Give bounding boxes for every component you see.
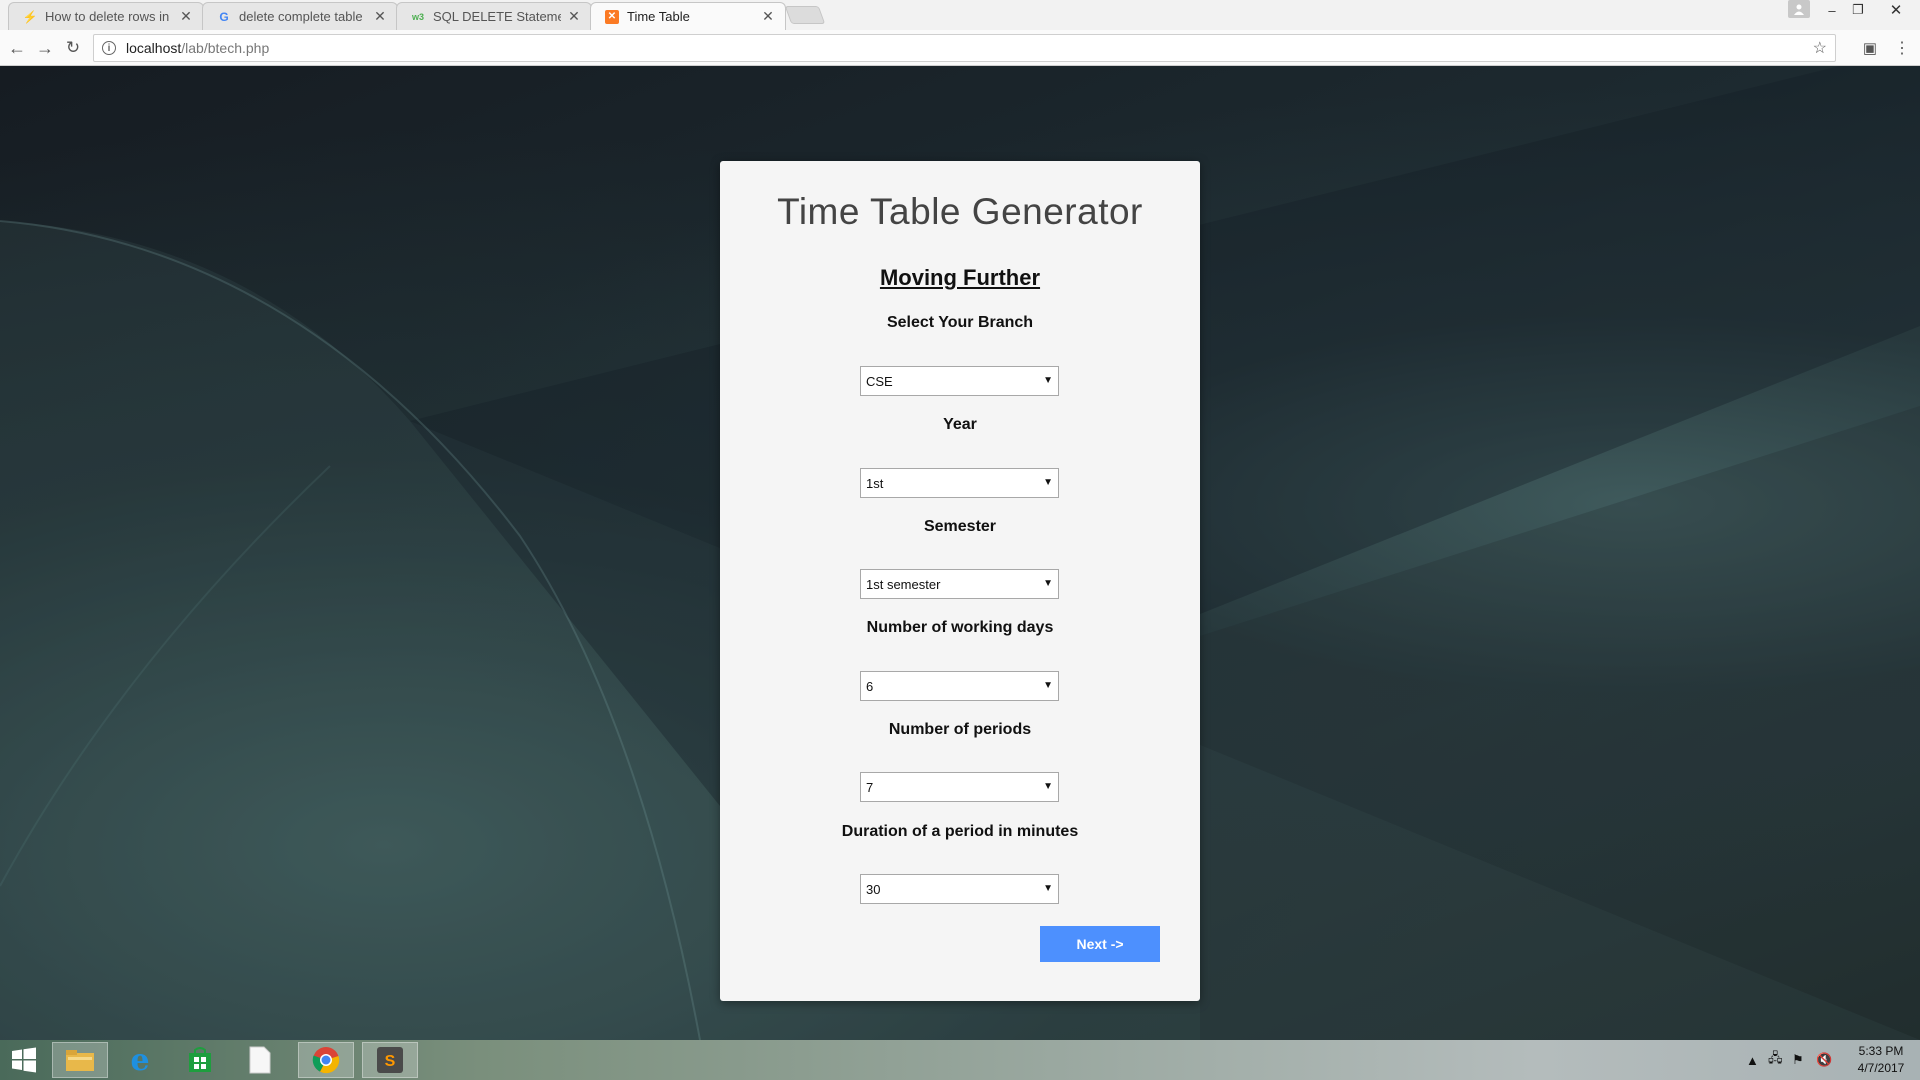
tab-title: delete complete table in bbox=[239, 9, 367, 24]
extension-icon[interactable]: ▣ bbox=[1858, 36, 1882, 60]
branch-select[interactable]: CSE ▼ bbox=[860, 366, 1059, 396]
branch-value: CSE bbox=[866, 373, 893, 389]
duration-select[interactable]: 30 ▼ bbox=[860, 874, 1059, 904]
bookmark-star-icon[interactable]: ☆ bbox=[1813, 38, 1827, 58]
volume-muted-icon[interactable]: 🔇 bbox=[1816, 1040, 1832, 1080]
new-tab-button[interactable] bbox=[784, 6, 826, 24]
page-title: Time Table Generator bbox=[777, 191, 1143, 232]
address-bar[interactable]: i localhost/lab/btech.php ☆ bbox=[93, 34, 1836, 62]
semester-value: 1st semester bbox=[866, 576, 941, 592]
dropdown-arrow-icon: ▼ bbox=[1043, 477, 1053, 488]
notepad-icon[interactable] bbox=[232, 1042, 288, 1078]
close-icon[interactable]: ✕ bbox=[761, 8, 775, 25]
year-label: Year bbox=[943, 416, 977, 433]
dropdown-arrow-icon: ▼ bbox=[1043, 680, 1053, 691]
dropdown-arrow-icon: ▼ bbox=[1043, 578, 1053, 589]
show-hidden-icons[interactable]: ▲ bbox=[1746, 1040, 1759, 1080]
svg-text:S: S bbox=[385, 1053, 396, 1070]
page-viewport: Time Table Generator Moving Further Sele… bbox=[0, 66, 1920, 1040]
dropdown-arrow-icon: ▼ bbox=[1043, 781, 1053, 792]
dropdown-arrow-icon: ▼ bbox=[1043, 375, 1053, 386]
network-icon[interactable]: 🖧 bbox=[1768, 1040, 1783, 1080]
year-select[interactable]: 1st ▼ bbox=[860, 468, 1059, 498]
tab-strip: ⚡ How to delete rows in m ✕ G delete com… bbox=[0, 0, 1920, 30]
periods-value: 7 bbox=[866, 779, 874, 795]
tab-title: SQL DELETE Statement bbox=[433, 9, 561, 24]
tab-stackoverflow[interactable]: ⚡ How to delete rows in m ✕ bbox=[8, 2, 204, 30]
duration-label: Duration of a period in minutes bbox=[841, 823, 1079, 840]
year-value: 1st bbox=[866, 475, 884, 491]
address-url: localhost/lab/btech.php bbox=[126, 40, 269, 56]
info-icon[interactable]: i bbox=[102, 41, 116, 55]
working-days-label: Number of working days bbox=[866, 619, 1054, 636]
tab-google[interactable]: G delete complete table in ✕ bbox=[202, 2, 398, 30]
working-days-value: 6 bbox=[866, 678, 874, 694]
stack-overflow-icon: ⚡ bbox=[22, 9, 38, 24]
duration-value: 30 bbox=[866, 881, 881, 897]
clock-date: 4/7/2017 bbox=[1857, 1061, 1905, 1075]
menu-icon[interactable]: ⋮ bbox=[1890, 36, 1914, 60]
semester-select[interactable]: 1st semester ▼ bbox=[860, 569, 1059, 599]
clock-time: 5:33 PM bbox=[1858, 1044, 1904, 1058]
page-subtitle: Moving Further bbox=[879, 265, 1041, 290]
periods-label: Number of periods bbox=[888, 721, 1032, 738]
restore-icon[interactable]: ❐ bbox=[1848, 0, 1868, 20]
periods-select[interactable]: 7 ▼ bbox=[860, 772, 1059, 802]
internet-explorer-icon[interactable]: e bbox=[112, 1042, 168, 1078]
tab-title: How to delete rows in m bbox=[45, 9, 173, 24]
next-button[interactable]: Next -> bbox=[1040, 926, 1160, 962]
google-icon: G bbox=[219, 9, 229, 24]
semester-label: Semester bbox=[923, 518, 997, 535]
url-path: /lab/btech.php bbox=[181, 40, 270, 56]
xampp-icon: ✕ bbox=[605, 9, 619, 24]
chrome-icon[interactable] bbox=[298, 1042, 354, 1078]
browser-toolbar: ← → ↻ i localhost/lab/btech.php ☆ ▣ ⋮ bbox=[0, 30, 1920, 66]
action-center-flag-icon[interactable]: ⚑ bbox=[1792, 1040, 1804, 1080]
file-explorer-icon[interactable] bbox=[52, 1042, 108, 1078]
sublime-text-icon[interactable]: S bbox=[362, 1042, 418, 1078]
close-window-icon[interactable]: ✕ bbox=[1884, 0, 1908, 20]
working-days-select[interactable]: 6 ▼ bbox=[860, 671, 1059, 701]
close-icon[interactable]: ✕ bbox=[567, 8, 581, 25]
tab-title: Time Table bbox=[627, 9, 690, 24]
url-host: localhost bbox=[126, 40, 182, 56]
close-icon[interactable]: ✕ bbox=[179, 8, 193, 25]
tab-w3schools[interactable]: w3 SQL DELETE Statement ✕ bbox=[396, 2, 592, 30]
dropdown-arrow-icon: ▼ bbox=[1043, 883, 1053, 894]
forward-arrow-icon[interactable]: → bbox=[33, 36, 57, 60]
form-card: Time Table Generator Moving Further Sele… bbox=[720, 161, 1200, 1001]
close-icon[interactable]: ✕ bbox=[373, 8, 387, 25]
taskbar: e S ▲ 🖧 ⚑ 🔇 5:33 PM 4/7/2017 bbox=[0, 1040, 1920, 1080]
minimize-icon[interactable]: – bbox=[1822, 0, 1842, 20]
start-icon[interactable] bbox=[0, 1042, 48, 1078]
back-arrow-icon[interactable]: ← bbox=[5, 36, 29, 60]
clock[interactable]: 5:33 PM 4/7/2017 bbox=[1848, 1043, 1914, 1077]
profile-icon[interactable] bbox=[1788, 0, 1810, 18]
reload-icon[interactable]: ↻ bbox=[61, 36, 85, 60]
branch-label: Select Your Branch bbox=[886, 314, 1034, 331]
tab-time-table[interactable]: ✕ Time Table ✕ bbox=[590, 2, 786, 30]
store-icon[interactable] bbox=[172, 1042, 228, 1078]
w3schools-icon: w3 bbox=[411, 11, 424, 22]
